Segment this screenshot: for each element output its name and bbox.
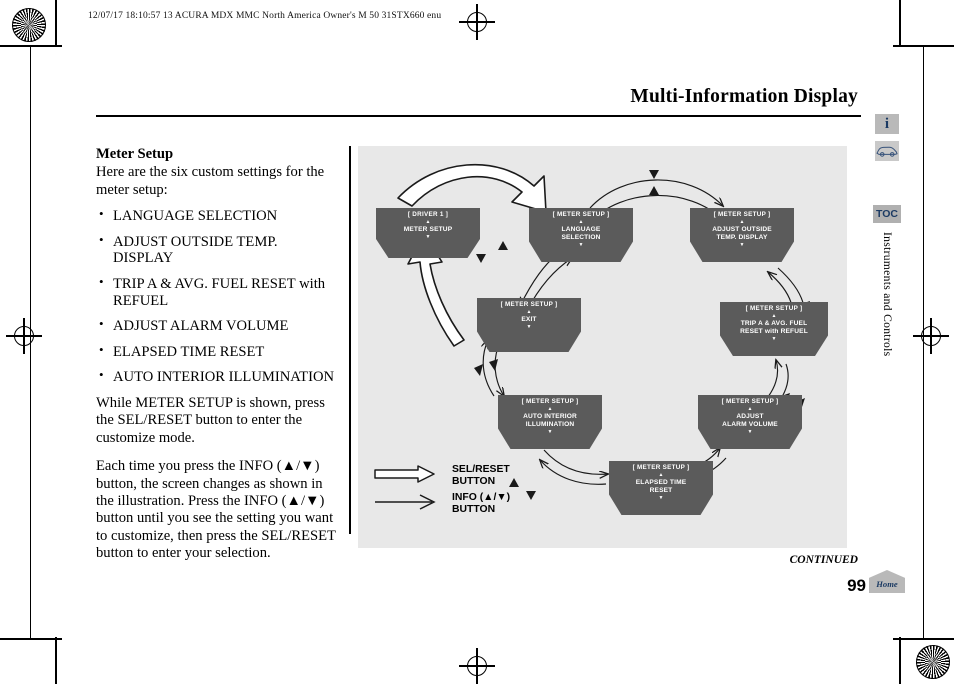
list-item: ADJUST OUTSIDE TEMP. DISPLAY (96, 233, 341, 267)
up-arrow-icon: ▲ (578, 218, 584, 225)
flow-box-auto-interior-illumination[interactable]: [ METER SETUP ] ▲ AUTO INTERIOR ILLUMINA… (498, 395, 602, 449)
down-arrow-icon: ▼ (658, 494, 664, 501)
flow-box-label: EXIT (521, 315, 537, 323)
hollow-arrow-icon (374, 465, 435, 483)
list-item: ADJUST ALARM VOLUME (96, 317, 341, 335)
up-arrow-icon: ▲ (425, 218, 431, 225)
down-arrow-icon: ▼ (425, 233, 431, 240)
flow-box-header: [ METER SETUP ] (500, 301, 558, 308)
flow-box-alarm-volume[interactable]: [ METER SETUP ] ▲ ADJUST ALARM VOLUME ▼ (698, 395, 802, 449)
registration-target-bottom (459, 648, 495, 684)
print-job-info: 12/07/17 18:10:57 13 ACURA MDX MMC North… (88, 11, 442, 21)
down-arrow-icon: ▼ (739, 241, 745, 248)
toc-label: TOC (876, 208, 898, 220)
up-arrow-icon: ▲ (771, 312, 777, 319)
down-arrow-icon: ▼ (747, 428, 753, 435)
section-tab-label: Instruments and Controls (881, 232, 894, 357)
legend-label-sel-reset: SEL/RESET BUTTON (452, 464, 510, 487)
flow-box-label: ADJUST OUTSIDE TEMP. DISPLAY (712, 225, 772, 241)
flow-box-language-selection[interactable]: [ METER SETUP ] ▲ LANGUAGE SELECTION ▼ (529, 208, 633, 262)
registration-rosette-bottom-right (916, 645, 950, 679)
registration-target-left (6, 318, 42, 354)
info-icon-button[interactable]: i (875, 114, 899, 134)
column-divider (349, 146, 351, 534)
flow-box-header: [ METER SETUP ] (521, 398, 579, 405)
info-icon: i (884, 115, 890, 132)
settings-list: LANGUAGE SELECTION ADJUST OUTSIDE TEMP. … (96, 207, 341, 386)
list-item: LANGUAGE SELECTION (96, 207, 341, 225)
toc-button[interactable]: TOC (873, 205, 901, 223)
flow-box-header: [ DRIVER 1 ] (407, 211, 449, 218)
crop-mark-top-right-v (899, 0, 901, 46)
intro-paragraph: Here are the six custom settings for the… (96, 164, 325, 198)
paragraph-info-button: Each time you press the INFO (▲/▼) butto… (96, 458, 336, 561)
flow-box-trip-fuel-reset[interactable]: [ METER SETUP ] ▲ TRIP A & AVG. FUEL RES… (720, 302, 828, 356)
down-arrow-icon: ▼ (771, 335, 777, 342)
vehicle-icon-button[interactable] (875, 141, 899, 161)
crop-mark-bottom-left-h (0, 638, 62, 640)
down-arrow-icon: ▼ (526, 323, 532, 330)
crop-mark-bottom-right-v (899, 637, 901, 684)
title-divider (96, 115, 861, 117)
up-arrow-icon: ▲ (547, 405, 553, 412)
flow-box-header: [ METER SETUP ] (713, 211, 771, 218)
registration-target-right (913, 318, 949, 354)
crop-mark-bottom-left-v (55, 637, 57, 684)
flow-box-header: [ METER SETUP ] (632, 464, 690, 471)
registration-target-top (459, 4, 495, 40)
flow-box-label: TRIP A & AVG. FUEL RESET with REFUEL (740, 319, 808, 335)
up-arrow-icon: ▲ (747, 405, 753, 412)
car-side-icon (876, 146, 898, 157)
legend-label-info: INFO (▲/▼) BUTTON (452, 492, 511, 515)
flow-box-elapsed-time-reset[interactable]: [ METER SETUP ] ▲ ELAPSED TIME RESET ▼ (609, 461, 713, 515)
page-title: Multi-Information Display (630, 86, 858, 107)
article-text-column: Meter Setup Here are the six custom sett… (96, 146, 341, 573)
flow-box-header: [ METER SETUP ] (552, 211, 610, 218)
up-arrow-icon: ▲ (658, 471, 664, 478)
flow-box-label: ELAPSED TIME RESET (635, 478, 687, 494)
flow-box-driver1[interactable]: [ DRIVER 1 ] ▲ METER SETUP ▼ (376, 208, 480, 258)
section-heading: Meter Setup (96, 146, 174, 162)
flow-diagram-panel: [ DRIVER 1 ] ▲ METER SETUP ▼ [ METER SET… (358, 146, 847, 548)
flow-box-header: [ METER SETUP ] (721, 398, 779, 405)
paragraph-customize-mode: While METER SETUP is shown, press the SE… (96, 395, 325, 446)
list-item: ELAPSED TIME RESET (96, 343, 341, 361)
crop-mark-bottom-right-h (893, 638, 954, 640)
flow-box-label: AUTO INTERIOR ILLUMINATION (523, 412, 577, 428)
flow-box-label: LANGUAGE SELECTION (561, 225, 601, 241)
down-arrow-icon: ▼ (578, 241, 584, 248)
flow-box-exit[interactable]: [ METER SETUP ] ▲ EXIT ▼ (477, 298, 581, 352)
registration-rosette-top-left (12, 8, 46, 42)
down-arrow-icon: ▼ (547, 428, 553, 435)
up-arrow-icon: ▲ (739, 218, 745, 225)
home-button[interactable]: Home (869, 570, 905, 593)
thin-arrow-icon (375, 494, 436, 510)
home-label: Home (876, 579, 898, 589)
flow-box-outside-temp[interactable]: [ METER SETUP ] ▲ ADJUST OUTSIDE TEMP. D… (690, 208, 794, 262)
page-number: 99 (847, 576, 866, 595)
list-item: TRIP A & AVG. FUEL RESET with REFUEL (96, 275, 341, 309)
up-arrow-icon: ▲ (526, 308, 532, 315)
flow-box-header: [ METER SETUP ] (745, 305, 803, 312)
continued-label: CONTINUED (789, 554, 858, 566)
flow-box-label: ADJUST ALARM VOLUME (722, 412, 778, 428)
flow-box-label: METER SETUP (403, 225, 453, 233)
crop-mark-top-left-v (55, 0, 57, 46)
list-item: AUTO INTERIOR ILLUMINATION (96, 368, 341, 386)
